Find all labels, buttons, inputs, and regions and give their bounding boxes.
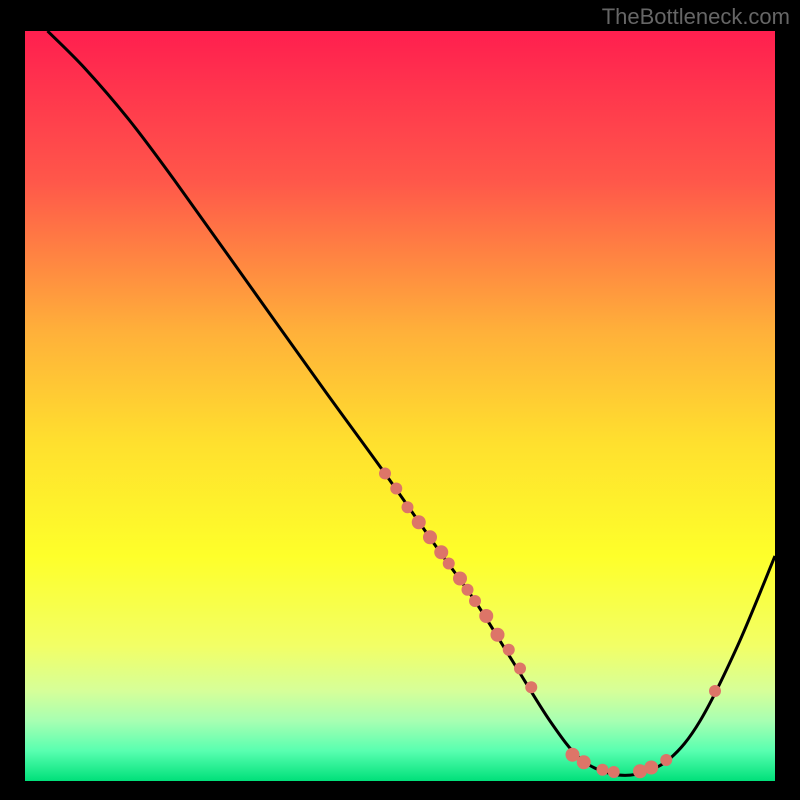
data-point [525, 681, 537, 693]
data-point [402, 501, 414, 513]
data-point [503, 644, 515, 656]
data-point [608, 766, 620, 778]
data-point [479, 609, 493, 623]
gradient-background [25, 31, 775, 781]
data-point [577, 755, 591, 769]
data-point [412, 515, 426, 529]
data-point [709, 685, 721, 697]
data-point [453, 572, 467, 586]
data-point [443, 558, 455, 570]
data-point [469, 595, 481, 607]
bottleneck-chart [22, 28, 778, 784]
data-point [514, 663, 526, 675]
data-point [660, 754, 672, 766]
data-point [491, 628, 505, 642]
chart-svg [25, 31, 775, 781]
data-point [597, 764, 609, 776]
watermark-text: TheBottleneck.com [602, 4, 790, 30]
data-point [423, 530, 437, 544]
data-point [434, 545, 448, 559]
data-point [379, 468, 391, 480]
data-point [462, 584, 474, 596]
data-point [390, 483, 402, 495]
data-point [644, 761, 658, 775]
